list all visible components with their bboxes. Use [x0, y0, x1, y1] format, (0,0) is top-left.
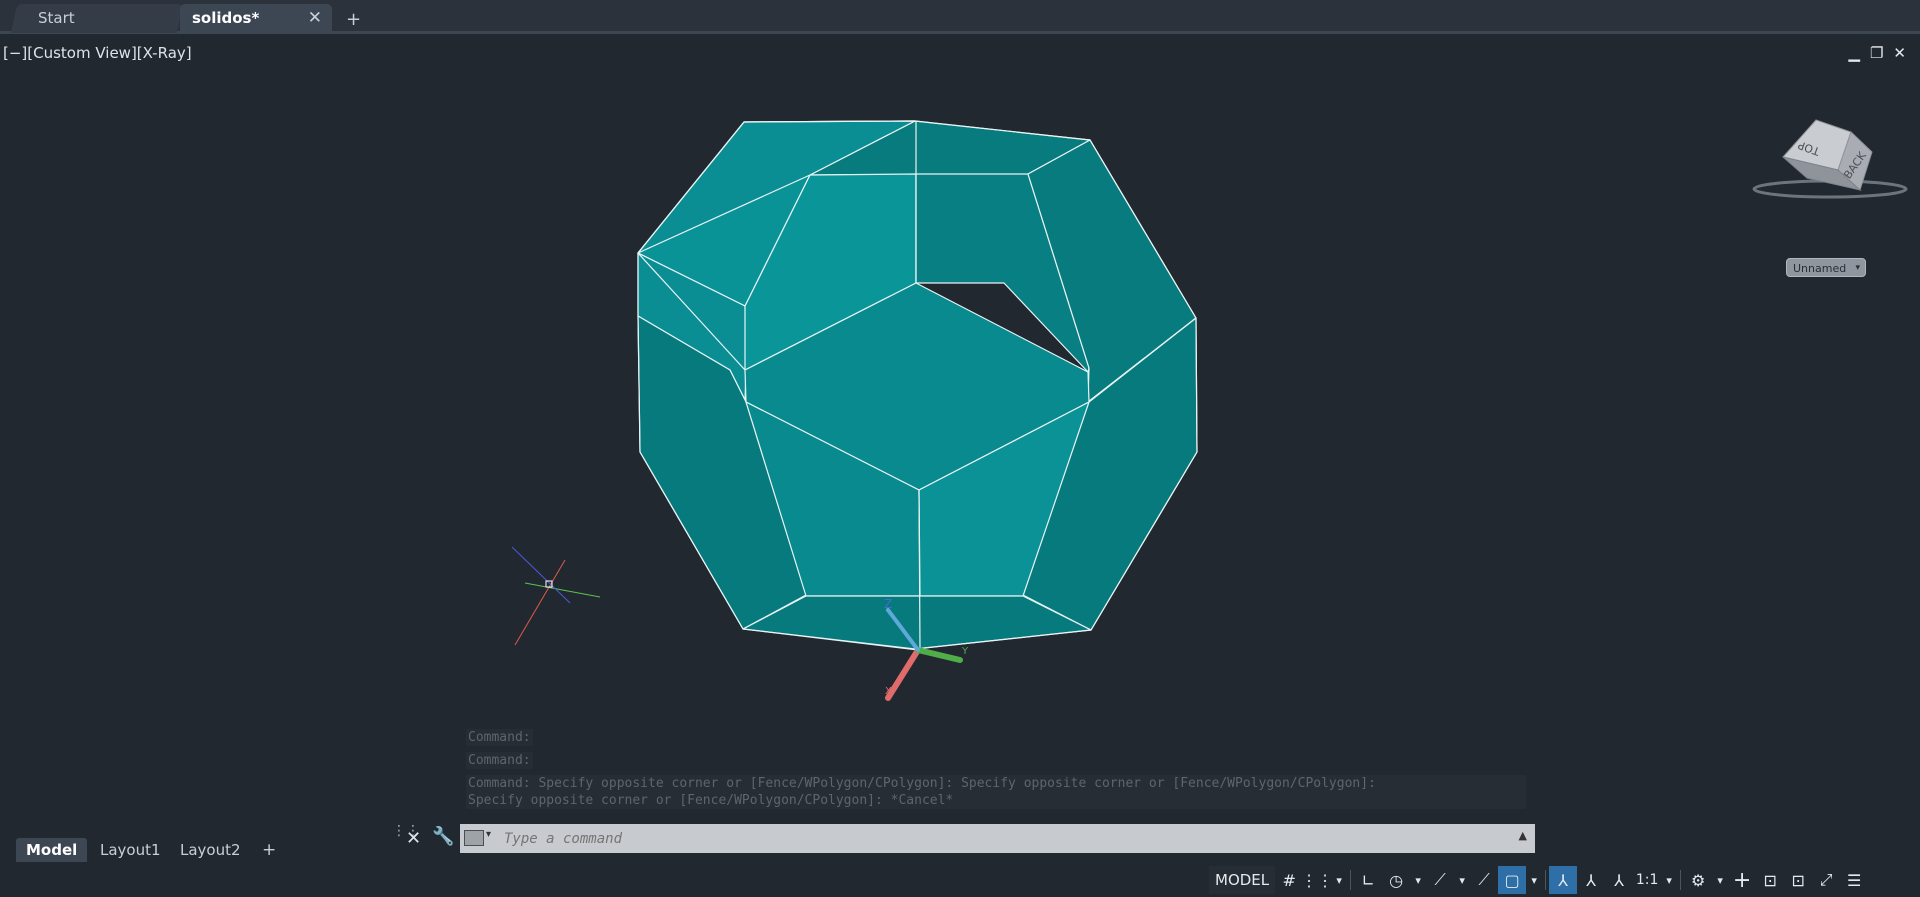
history-line: Command: Specify opposite corner or [Fen… [466, 775, 1526, 792]
annotation-scale-value[interactable]: 1:1 [1633, 866, 1661, 894]
separator [1680, 870, 1682, 890]
model-space-button[interactable]: MODEL [1209, 866, 1276, 894]
chevron-down-icon[interactable]: ▾ [1712, 866, 1728, 894]
grid-icon[interactable]: # [1275, 866, 1303, 894]
chevron-down-icon[interactable]: ▾ [1526, 866, 1542, 894]
tab-layout2[interactable]: Layout2 [170, 838, 251, 862]
status-bar: MODEL # ⋮⋮ ▾ ∟ ◷ ▾ ⟋ ▾ ⟋ ▢ ▾ ⅄ ⅄ ⅄ 1:1 ▾… [1209, 865, 1868, 895]
menu-icon[interactable]: ☰ [1840, 866, 1868, 894]
object-snap-icon[interactable]: ▢ [1498, 866, 1527, 894]
ucs-x-label: X [885, 686, 892, 697]
face-bottom [742, 595, 1092, 651]
command-input[interactable] [502, 827, 1486, 851]
workspace-icon[interactable]: ⊡ [1756, 866, 1784, 894]
history-line: Command: [466, 729, 533, 746]
dodecahedron-solid[interactable] [637, 120, 1198, 651]
command-line-close-icon[interactable]: ✕ [406, 828, 421, 849]
polar-tracking-icon[interactable]: ◷ [1382, 866, 1410, 894]
chevron-down-icon[interactable]: ▾ [1661, 866, 1677, 894]
ortho-icon[interactable]: ∟ [1354, 866, 1382, 894]
named-view-dropdown[interactable]: Unnamed ▾ [1786, 258, 1866, 277]
plus-icon[interactable]: + [1728, 866, 1756, 894]
chevron-down-icon: ▾ [1855, 263, 1860, 273]
command-line-drag-handle[interactable]: ⋮⋮ [392, 823, 420, 853]
object-snap-tracking-icon[interactable]: ⟋ [1470, 866, 1498, 894]
command-prompt-icon[interactable] [464, 830, 484, 846]
ucs-z-label: Z [884, 597, 892, 611]
viewcube[interactable]: TOP BACK [1752, 119, 1908, 199]
chevron-down-icon[interactable]: ▾ [1331, 866, 1347, 894]
ucs-y-label: Y [961, 646, 969, 657]
history-line: Specify opposite corner or [Fence/WPolyg… [466, 792, 1526, 809]
annotation-visibility-icon[interactable]: ⅄ [1549, 866, 1578, 894]
command-history: Command: Command: Command: Specify oppos… [466, 729, 1526, 809]
add-layout-button[interactable]: + [252, 838, 286, 862]
auto-scale-icon[interactable]: ⅄ [1577, 866, 1605, 894]
command-line-customize-icon[interactable]: 🔧 [432, 826, 454, 847]
fullscreen-icon[interactable]: ⤢ [1812, 866, 1840, 894]
gear-icon[interactable]: ⚙ [1684, 866, 1712, 894]
expand-history-icon[interactable]: ▲ [1519, 829, 1527, 842]
snap-icon[interactable]: ⋮⋮ [1301, 866, 1333, 894]
isolate-objects-icon[interactable]: ⊡ [1784, 866, 1812, 894]
named-view-label: Unnamed [1793, 262, 1847, 275]
chevron-down-icon[interactable]: ▾ [1454, 866, 1470, 894]
isodraft-icon[interactable]: ⟋ [1426, 866, 1454, 894]
tab-layout1[interactable]: Layout1 [90, 838, 171, 862]
command-line[interactable]: ▾ ▲ [460, 824, 1535, 853]
annotation-scale-icon[interactable]: ⅄ [1605, 866, 1633, 894]
separator [1545, 870, 1547, 890]
history-line: Command: [466, 752, 533, 769]
crosshair-cursor [511, 546, 601, 646]
chevron-down-icon[interactable]: ▾ [1410, 866, 1426, 894]
tab-model[interactable]: Model [16, 838, 88, 862]
separator [1350, 870, 1352, 890]
chevron-down-icon[interactable]: ▾ [486, 829, 491, 840]
